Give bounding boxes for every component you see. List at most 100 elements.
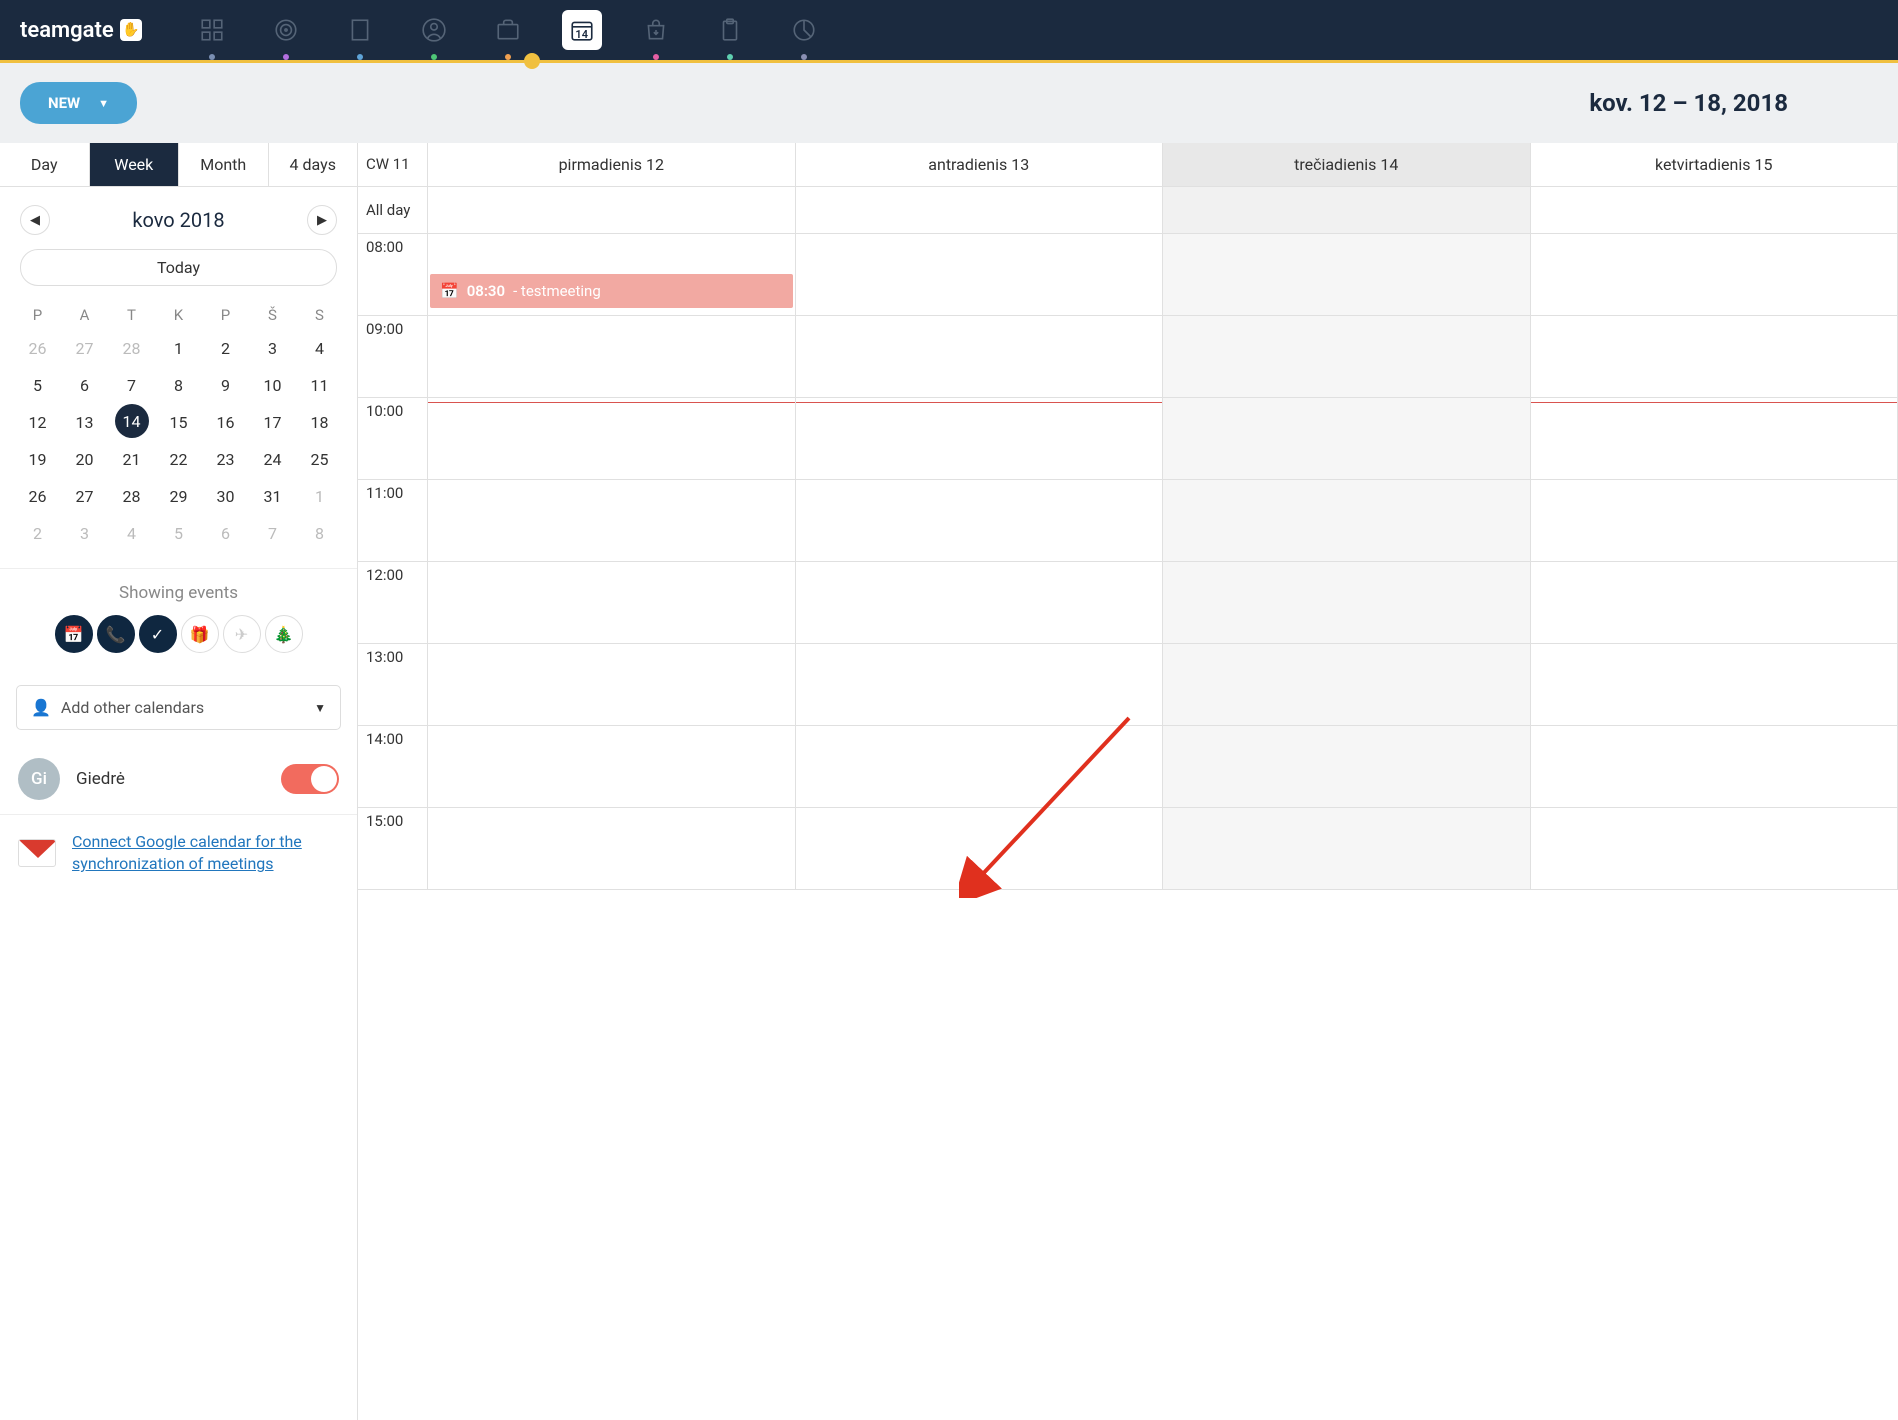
mini-day[interactable]: 6: [61, 367, 108, 404]
connect-google-link[interactable]: Connect Google calendar for the synchron…: [72, 831, 339, 876]
top-nav: teamgate ✋ 14: [0, 0, 1898, 60]
mini-day[interactable]: 26: [14, 478, 61, 515]
nav-calendar-icon[interactable]: 14: [562, 10, 602, 50]
day-column[interactable]: [1531, 234, 1898, 890]
calendar-icon: 📅: [440, 282, 459, 300]
nav-bag-icon[interactable]: [636, 10, 676, 50]
nav-target-icon[interactable]: [266, 10, 306, 50]
nav-clipboard-icon[interactable]: [710, 10, 750, 50]
filter-gift-icon[interactable]: 🎁: [181, 615, 219, 653]
weekday-label: T: [108, 300, 155, 330]
calendar-event[interactable]: 📅08:30 - testmeeting: [430, 274, 793, 308]
mini-day[interactable]: 7: [108, 367, 155, 404]
day-column[interactable]: 📅08:30 - testmeeting: [428, 234, 796, 890]
mini-day[interactable]: 8: [296, 515, 343, 552]
mini-day[interactable]: 18: [296, 404, 343, 441]
week-number: CW 11: [358, 143, 428, 186]
time-label: 14:00: [358, 726, 427, 808]
day-header[interactable]: trečiadienis 14: [1163, 143, 1531, 186]
mini-day[interactable]: 19: [14, 441, 61, 478]
weekday-label: K: [155, 300, 202, 330]
mini-day[interactable]: 30: [202, 478, 249, 515]
mini-day[interactable]: 13: [61, 404, 108, 441]
mini-day[interactable]: 28: [108, 478, 155, 515]
mini-day[interactable]: 31: [249, 478, 296, 515]
mini-day[interactable]: 14: [108, 404, 155, 441]
mini-day[interactable]: 29: [155, 478, 202, 515]
chevron-down-icon: ▼: [314, 701, 326, 715]
tab-week[interactable]: Week: [90, 143, 180, 186]
mini-day[interactable]: 3: [61, 515, 108, 552]
day-header[interactable]: pirmadienis 12: [428, 143, 796, 186]
google-calendar-link-row: Connect Google calendar for the synchron…: [0, 814, 357, 892]
time-label: 12:00: [358, 562, 427, 644]
mini-day[interactable]: 1: [155, 330, 202, 367]
allday-cell[interactable]: [428, 187, 796, 233]
mini-day[interactable]: 28: [108, 330, 155, 367]
mini-day[interactable]: 27: [61, 478, 108, 515]
nav-building-icon[interactable]: [340, 10, 380, 50]
tab-4days[interactable]: 4 days: [269, 143, 358, 186]
mini-day[interactable]: 12: [14, 404, 61, 441]
time-label: 11:00: [358, 480, 427, 562]
mini-day[interactable]: 26: [14, 330, 61, 367]
tab-day[interactable]: Day: [0, 143, 90, 186]
mini-day[interactable]: 23: [202, 441, 249, 478]
weekday-label: P: [202, 300, 249, 330]
mini-day[interactable]: 3: [249, 330, 296, 367]
mini-day[interactable]: 20: [61, 441, 108, 478]
next-month-button[interactable]: ▶: [307, 205, 337, 235]
nav-dashboard-icon[interactable]: [192, 10, 232, 50]
filter-tree-icon[interactable]: 🎄: [265, 615, 303, 653]
mini-day[interactable]: 4: [296, 330, 343, 367]
mini-day[interactable]: 16: [202, 404, 249, 441]
nav-briefcase-icon[interactable]: [488, 10, 528, 50]
mini-day[interactable]: 17: [249, 404, 296, 441]
mini-day[interactable]: 6: [202, 515, 249, 552]
day-column[interactable]: [1163, 234, 1531, 890]
filter-plane-icon[interactable]: ✈: [223, 615, 261, 653]
mini-day[interactable]: 5: [14, 367, 61, 404]
add-calendars-dropdown[interactable]: 👤 Add other calendars ▼: [16, 685, 341, 730]
mini-day[interactable]: 8: [155, 367, 202, 404]
person-plus-icon: 👤: [31, 698, 51, 717]
filter-calendar-icon[interactable]: 📅: [55, 615, 93, 653]
mini-day[interactable]: 9: [202, 367, 249, 404]
weekday-label: S: [296, 300, 343, 330]
prev-month-button[interactable]: ◀: [20, 205, 50, 235]
allday-cell[interactable]: [1163, 187, 1531, 233]
day-header[interactable]: ketvirtadienis 15: [1531, 143, 1898, 186]
allday-cell[interactable]: [1531, 187, 1898, 233]
tab-month[interactable]: Month: [179, 143, 269, 186]
mini-day[interactable]: 21: [108, 441, 155, 478]
filter-task-icon[interactable]: ✓: [139, 615, 177, 653]
allday-cell[interactable]: [796, 187, 1164, 233]
nav-person-icon[interactable]: [414, 10, 454, 50]
mini-day[interactable]: 4: [108, 515, 155, 552]
today-button[interactable]: Today: [20, 249, 337, 286]
nav-chart-icon[interactable]: [784, 10, 824, 50]
mini-day[interactable]: 2: [14, 515, 61, 552]
day-column[interactable]: [796, 234, 1164, 890]
mini-day[interactable]: 24: [249, 441, 296, 478]
mini-day[interactable]: 22: [155, 441, 202, 478]
logo: teamgate ✋: [20, 18, 142, 43]
user-toggle[interactable]: [281, 764, 339, 794]
event-filters: 📅 📞 ✓ 🎁 ✈ 🎄: [0, 615, 357, 671]
mini-day[interactable]: 10: [249, 367, 296, 404]
header-bar: NEW ▼ kov. 12 – 18, 2018: [0, 63, 1898, 143]
new-button[interactable]: NEW ▼: [20, 82, 137, 124]
mini-day[interactable]: 27: [61, 330, 108, 367]
day-header[interactable]: antradienis 13: [796, 143, 1164, 186]
mini-day[interactable]: 5: [155, 515, 202, 552]
mini-day[interactable]: 25: [296, 441, 343, 478]
mini-day[interactable]: 7: [249, 515, 296, 552]
filter-phone-icon[interactable]: 📞: [97, 615, 135, 653]
user-calendar-row: Gi Giedrė: [0, 744, 357, 814]
mini-day[interactable]: 11: [296, 367, 343, 404]
logo-icon: ✋: [120, 19, 142, 41]
mini-calendar: PATKPŠS 26272812345678910111213141516171…: [0, 300, 357, 568]
mini-day[interactable]: 15: [155, 404, 202, 441]
mini-day[interactable]: 2: [202, 330, 249, 367]
mini-day[interactable]: 1: [296, 478, 343, 515]
